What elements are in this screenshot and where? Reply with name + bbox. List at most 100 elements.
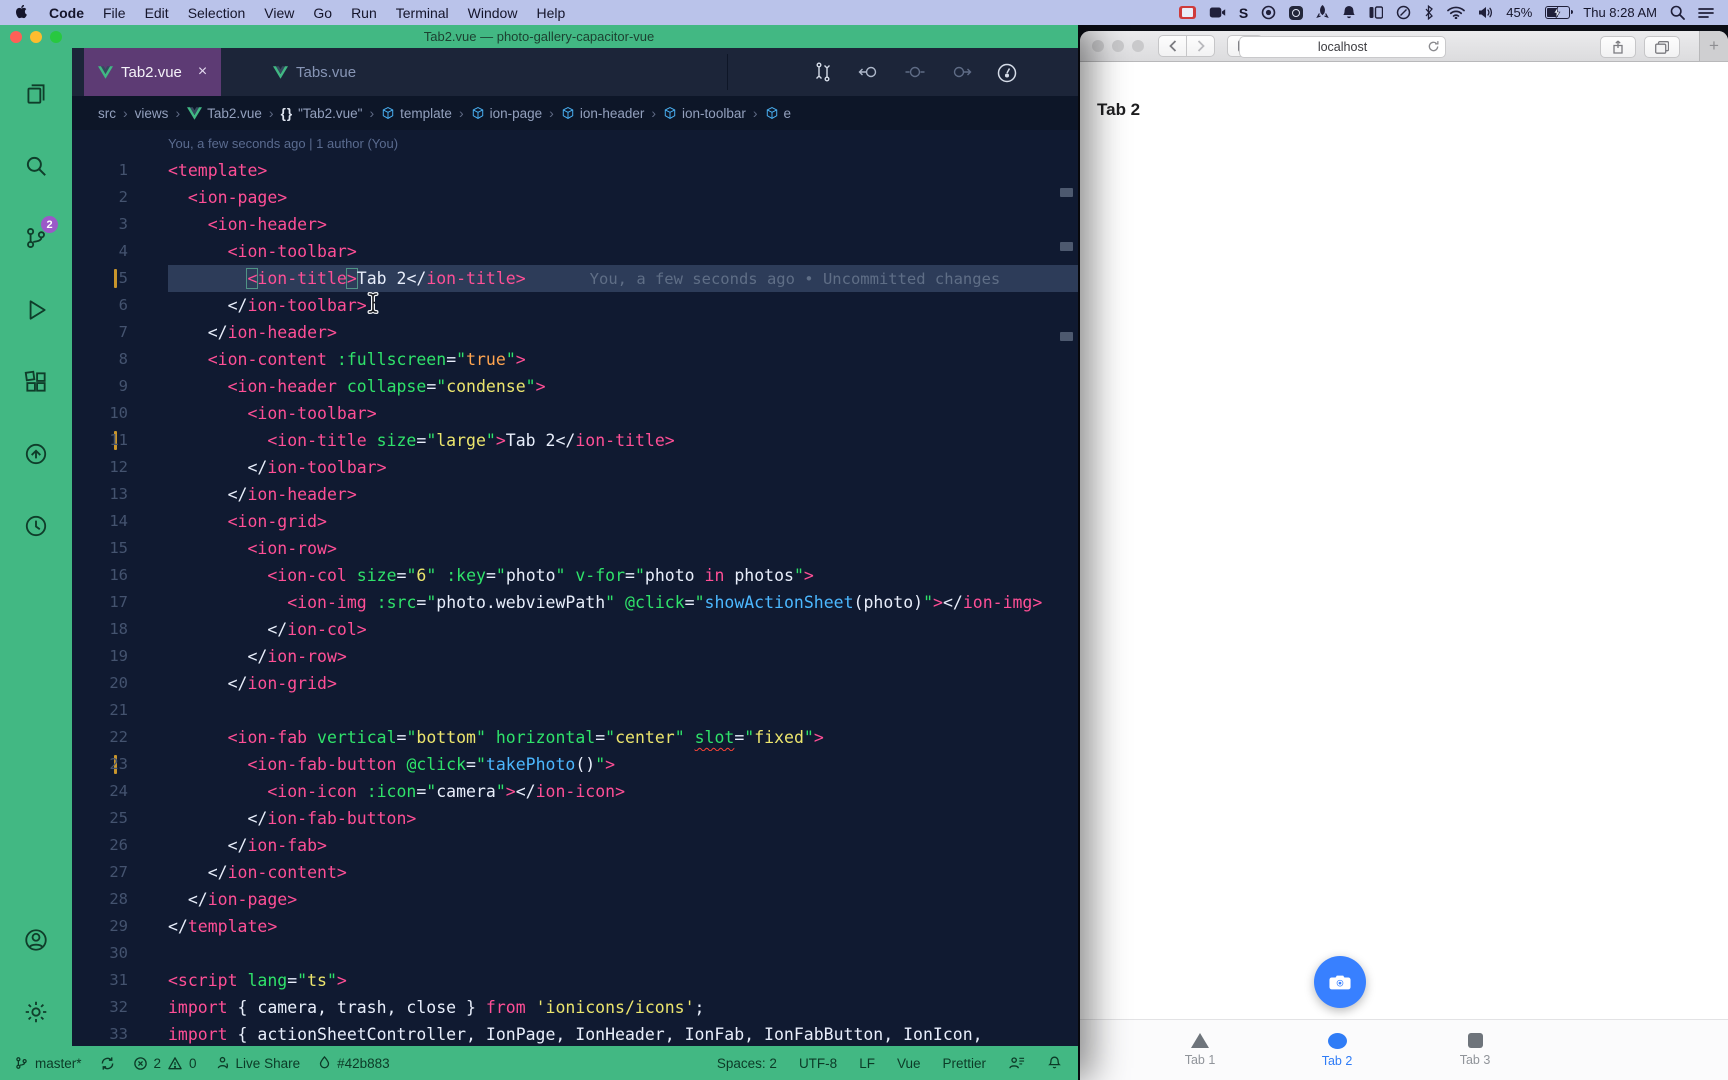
code-line-6[interactable]: 6 </ion-toolbar> [72, 292, 1078, 319]
code-line-5[interactable]: 5 <ion-title>Tab 2</ion-title>You, a few… [72, 265, 1078, 292]
timeline-icon[interactable] [12, 502, 60, 550]
control-center-icon[interactable] [1698, 7, 1714, 19]
code-line-12[interactable]: 12 </ion-toolbar> [72, 454, 1078, 481]
address-bar[interactable]: localhost [1239, 36, 1446, 58]
safari-minimize-button[interactable] [1112, 40, 1124, 52]
code-line-32[interactable]: 32import { camera, trash, close } from '… [72, 994, 1078, 1021]
code-line-31[interactable]: 31<script lang="ts"> [72, 967, 1078, 994]
s-app-icon[interactable]: S [1239, 5, 1248, 21]
spotlight-search-icon[interactable] [1670, 5, 1685, 20]
safari-zoom-button[interactable] [1132, 40, 1144, 52]
extensions-icon[interactable] [12, 358, 60, 406]
bluetooth-icon[interactable] [1424, 5, 1434, 20]
git-branch-item[interactable]: master* [14, 1055, 82, 1071]
code-line-25[interactable]: 25 </ion-fab-button> [72, 805, 1078, 832]
ion-tab-tab-3[interactable]: Tab 3 [1420, 1020, 1530, 1080]
code-editor[interactable]: You, a few seconds ago | 1 author (You)1… [72, 130, 1078, 1046]
menu-item-window[interactable]: Window [468, 5, 518, 21]
apple-menu-icon[interactable] [16, 5, 30, 21]
breadcrumb-item-e[interactable]: e [765, 106, 792, 121]
encoding-item[interactable]: UTF-8 [799, 1056, 837, 1071]
feedback-icon[interactable] [1008, 1055, 1025, 1071]
code-line-15[interactable]: 15 <ion-row> [72, 535, 1078, 562]
live-share-item[interactable]: Live Share [215, 1055, 301, 1071]
previous-change-icon[interactable] [858, 62, 878, 82]
rocket-icon[interactable] [1316, 5, 1329, 20]
code-line-33[interactable]: 33import { actionSheetController, IonPag… [72, 1021, 1078, 1046]
vscode-title-bar[interactable]: Tab2.vue — photo-gallery-capacitor-vue [0, 25, 1078, 48]
menu-item-terminal[interactable]: Terminal [396, 5, 449, 21]
code-line-2[interactable]: 2 <ion-page> [72, 184, 1078, 211]
new-tab-button[interactable]: + [1699, 31, 1728, 61]
stage-manager-icon[interactable] [1369, 6, 1383, 19]
editor-tab-tabs-vue[interactable]: Tabs.vue [259, 48, 370, 96]
breadcrumb-item-ion-page[interactable]: ion-page [471, 106, 543, 121]
breadcrumb-item-views[interactable]: views [135, 106, 169, 121]
code-line-29[interactable]: 29</template> [72, 913, 1078, 940]
breadcrumb-item-ion-toolbar[interactable]: ion-toolbar [663, 106, 746, 121]
volume-icon[interactable] [1478, 6, 1493, 19]
editor-tab-tab2-vue[interactable]: Tab2.vue× [84, 48, 221, 96]
code-line-10[interactable]: 10 <ion-toolbar> [72, 400, 1078, 427]
back-button[interactable] [1158, 35, 1187, 57]
compass-icon[interactable] [1396, 5, 1411, 20]
current-change-icon[interactable] [904, 62, 924, 82]
safari-close-button[interactable] [1092, 40, 1104, 52]
breadcrumb-item-template[interactable]: template [381, 106, 452, 121]
code-line-27[interactable]: 27 </ion-content> [72, 859, 1078, 886]
breadcrumb-item-tab2-vue[interactable]: Tab2.vue [187, 106, 262, 121]
film-app-icon[interactable] [1179, 6, 1196, 19]
menu-item-selection[interactable]: Selection [188, 5, 246, 21]
menu-item-go[interactable]: Go [313, 5, 332, 21]
forward-button[interactable] [1187, 35, 1215, 57]
dark-app-icon[interactable] [1289, 6, 1303, 20]
code-line-24[interactable]: 24 <ion-icon :icon="camera"></ion-icon> [72, 778, 1078, 805]
timeline-run-icon[interactable] [996, 62, 1016, 82]
code-line-30[interactable]: 30 [72, 940, 1078, 967]
record-circle-icon[interactable] [1261, 5, 1276, 20]
open-changes-icon[interactable] [813, 62, 833, 82]
code-line-17[interactable]: 17 <ion-img :src="photo.webviewPath" @cl… [72, 589, 1078, 616]
indentation-item[interactable]: Spaces: 2 [717, 1056, 777, 1071]
code-line-9[interactable]: 9 <ion-header collapse="condense"> [72, 373, 1078, 400]
source-control-icon[interactable]: 2 [12, 214, 60, 262]
code-line-7[interactable]: 7 </ion-header> [72, 319, 1078, 346]
wifi-icon[interactable] [1447, 6, 1465, 19]
codelens-annotation[interactable]: You, a few seconds ago | 1 author (You) [72, 130, 1078, 157]
ion-tab-tab-2[interactable]: Tab 2 [1282, 1020, 1392, 1080]
share-icon[interactable] [1600, 36, 1636, 58]
live-share-icon[interactable] [12, 430, 60, 478]
account-icon[interactable] [12, 916, 60, 964]
menu-item-help[interactable]: Help [536, 5, 565, 21]
sync-icon[interactable] [100, 1056, 115, 1071]
camera-app-icon[interactable] [1209, 6, 1226, 19]
breadcrumb-item-tab2-vue[interactable]: {}"Tab2.vue" [281, 106, 363, 121]
code-line-1[interactable]: 1<template> [72, 157, 1078, 184]
ion-tab-tab-1[interactable]: Tab 1 [1145, 1020, 1255, 1080]
code-line-14[interactable]: 14 <ion-grid> [72, 508, 1078, 535]
reload-icon[interactable] [1427, 40, 1440, 53]
code-line-8[interactable]: 8 <ion-content :fullscreen="true"> [72, 346, 1078, 373]
code-line-26[interactable]: 26 </ion-fab> [72, 832, 1078, 859]
code-line-4[interactable]: 4 <ion-toolbar> [72, 238, 1078, 265]
menu-item-view[interactable]: View [264, 5, 294, 21]
color-highlight-item[interactable]: #42b883 [318, 1055, 390, 1071]
code-line-28[interactable]: 28 </ion-page> [72, 886, 1078, 913]
code-line-11[interactable]: 11 <ion-title size="large">Tab 2</ion-ti… [72, 427, 1078, 454]
code-line-22[interactable]: 22 <ion-fab vertical="bottom" horizontal… [72, 724, 1078, 751]
code-line-19[interactable]: 19 </ion-row> [72, 643, 1078, 670]
tab-overview-icon[interactable] [1644, 36, 1680, 58]
close-tab-icon[interactable]: × [198, 63, 207, 81]
code-line-18[interactable]: 18 </ion-col> [72, 616, 1078, 643]
code-line-21[interactable]: 21 [72, 697, 1078, 724]
run-and-debug-icon[interactable] [12, 286, 60, 334]
problems-item[interactable]: 2 0 [133, 1056, 197, 1071]
code-line-16[interactable]: 16 <ion-col size="6" :key="photo" v-for=… [72, 562, 1078, 589]
explorer-icon[interactable] [12, 70, 60, 118]
bell-icon[interactable] [1342, 5, 1356, 20]
notifications-bell-icon[interactable] [1047, 1055, 1062, 1071]
menu-item-file[interactable]: File [103, 5, 126, 21]
breadcrumb-item-src[interactable]: src [98, 106, 116, 121]
eol-item[interactable]: LF [859, 1056, 875, 1071]
search-icon[interactable] [12, 142, 60, 190]
